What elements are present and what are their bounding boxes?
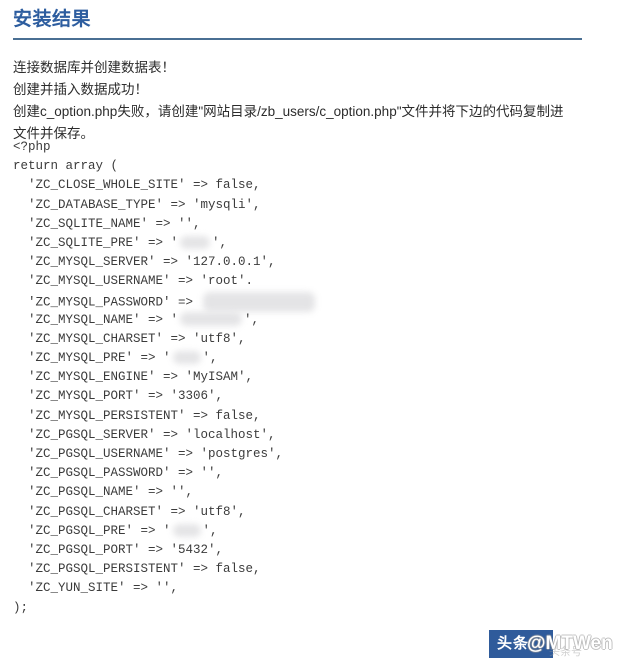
code-line: 'ZC_MYSQL_CHARSET' => 'utf8', bbox=[13, 331, 246, 346]
code-line: 'ZC_MYSQL_USERNAME' => 'root'. bbox=[13, 274, 254, 289]
code-line: 'ZC_PGSQL_PERSISTENT' => false, bbox=[13, 562, 261, 577]
code-line: ); bbox=[13, 600, 29, 615]
code-line: 'ZC_YUN_SITE' => '', bbox=[13, 581, 179, 596]
redacted-value bbox=[180, 312, 243, 327]
watermark-badge: 头条 头条号 @MTWen bbox=[489, 630, 625, 658]
code-text: ', bbox=[202, 351, 218, 366]
code-text: 'ZC_PGSQL_PRE' => ' bbox=[13, 523, 171, 538]
code-line: 'ZC_PGSQL_CHARSET' => 'utf8', bbox=[13, 504, 246, 519]
title-divider bbox=[13, 38, 582, 40]
code-line: 'ZC_DATABASE_TYPE' => 'mysqli', bbox=[13, 197, 261, 212]
code-text: 'ZC_MYSQL_PRE' => ' bbox=[13, 351, 171, 366]
code-text: 'ZC_MYSQL_PASSWORD' => bbox=[13, 294, 201, 309]
redacted-value bbox=[172, 351, 201, 365]
watermark-handle-label: @MTWen bbox=[527, 633, 613, 654]
code-line: 'ZC_PGSQL_NAME' => '', bbox=[13, 485, 194, 500]
redacted-value bbox=[202, 291, 315, 312]
code-line: 'ZC_MYSQL_PERSISTENT' => false, bbox=[13, 408, 261, 423]
status-message-line-2: 创建并插入数据成功！ bbox=[13, 82, 148, 97]
code-line: 'ZC_SQLITE_NAME' => '', bbox=[13, 216, 201, 231]
code-line: 'ZC_PGSQL_USERNAME' => 'postgres', bbox=[13, 447, 284, 461]
code-text: ', bbox=[244, 312, 260, 327]
status-message-block: 连接数据库并创建数据表！ 创建并插入数据成功！ 创建c_option.php失败… bbox=[13, 57, 613, 145]
config-code-block: <?php return array ( 'ZC_CLOSE_WHOLE_SITE… bbox=[13, 138, 625, 618]
redacted-value bbox=[180, 236, 211, 250]
code-line: 'ZC_PGSQL_PASSWORD' => '', bbox=[13, 466, 224, 481]
code-line: return array ( bbox=[13, 159, 119, 174]
code-line: 'ZC_MYSQL_SERVER' => '127.0.0.1', bbox=[13, 255, 276, 270]
code-line: 'ZC_MYSQL_PRE' => ' ', bbox=[13, 349, 625, 368]
code-text: 'ZC_MYSQL_NAME' => ' bbox=[13, 312, 179, 327]
watermark-box-label: 头条 bbox=[497, 635, 530, 652]
status-message-line-1: 连接数据库并创建数据表！ bbox=[13, 60, 175, 75]
code-text: ', bbox=[212, 235, 228, 250]
code-text: ', bbox=[202, 523, 218, 538]
code-line: 'ZC_SQLITE_PRE' => ' ', bbox=[13, 234, 625, 253]
code-line: 'ZC_PGSQL_PORT' => '5432', bbox=[13, 542, 224, 557]
code-line: 'ZC_MYSQL_NAME' => ' ', bbox=[13, 311, 625, 330]
page-title: 安装结果 bbox=[13, 9, 92, 30]
install-result-page: 安装结果 连接数据库并创建数据表！ 创建并插入数据成功！ 创建c_option.… bbox=[0, 0, 640, 667]
code-line: 'ZC_MYSQL_ENGINE' => 'MyISAM', bbox=[13, 370, 254, 385]
code-line: 'ZC_PGSQL_PRE' => ' ', bbox=[13, 522, 625, 541]
code-text: 'ZC_SQLITE_PRE' => ' bbox=[13, 235, 179, 250]
code-line: 'ZC_PGSQL_SERVER' => 'localhost', bbox=[13, 427, 276, 442]
code-line: 'ZC_MYSQL_PASSWORD' => bbox=[13, 291, 625, 312]
code-line: <?php bbox=[13, 140, 51, 154]
code-line: 'ZC_MYSQL_PORT' => '3306', bbox=[13, 389, 224, 404]
code-line: 'ZC_CLOSE_WHOLE_SITE' => false, bbox=[13, 178, 261, 193]
redacted-value bbox=[172, 523, 201, 537]
